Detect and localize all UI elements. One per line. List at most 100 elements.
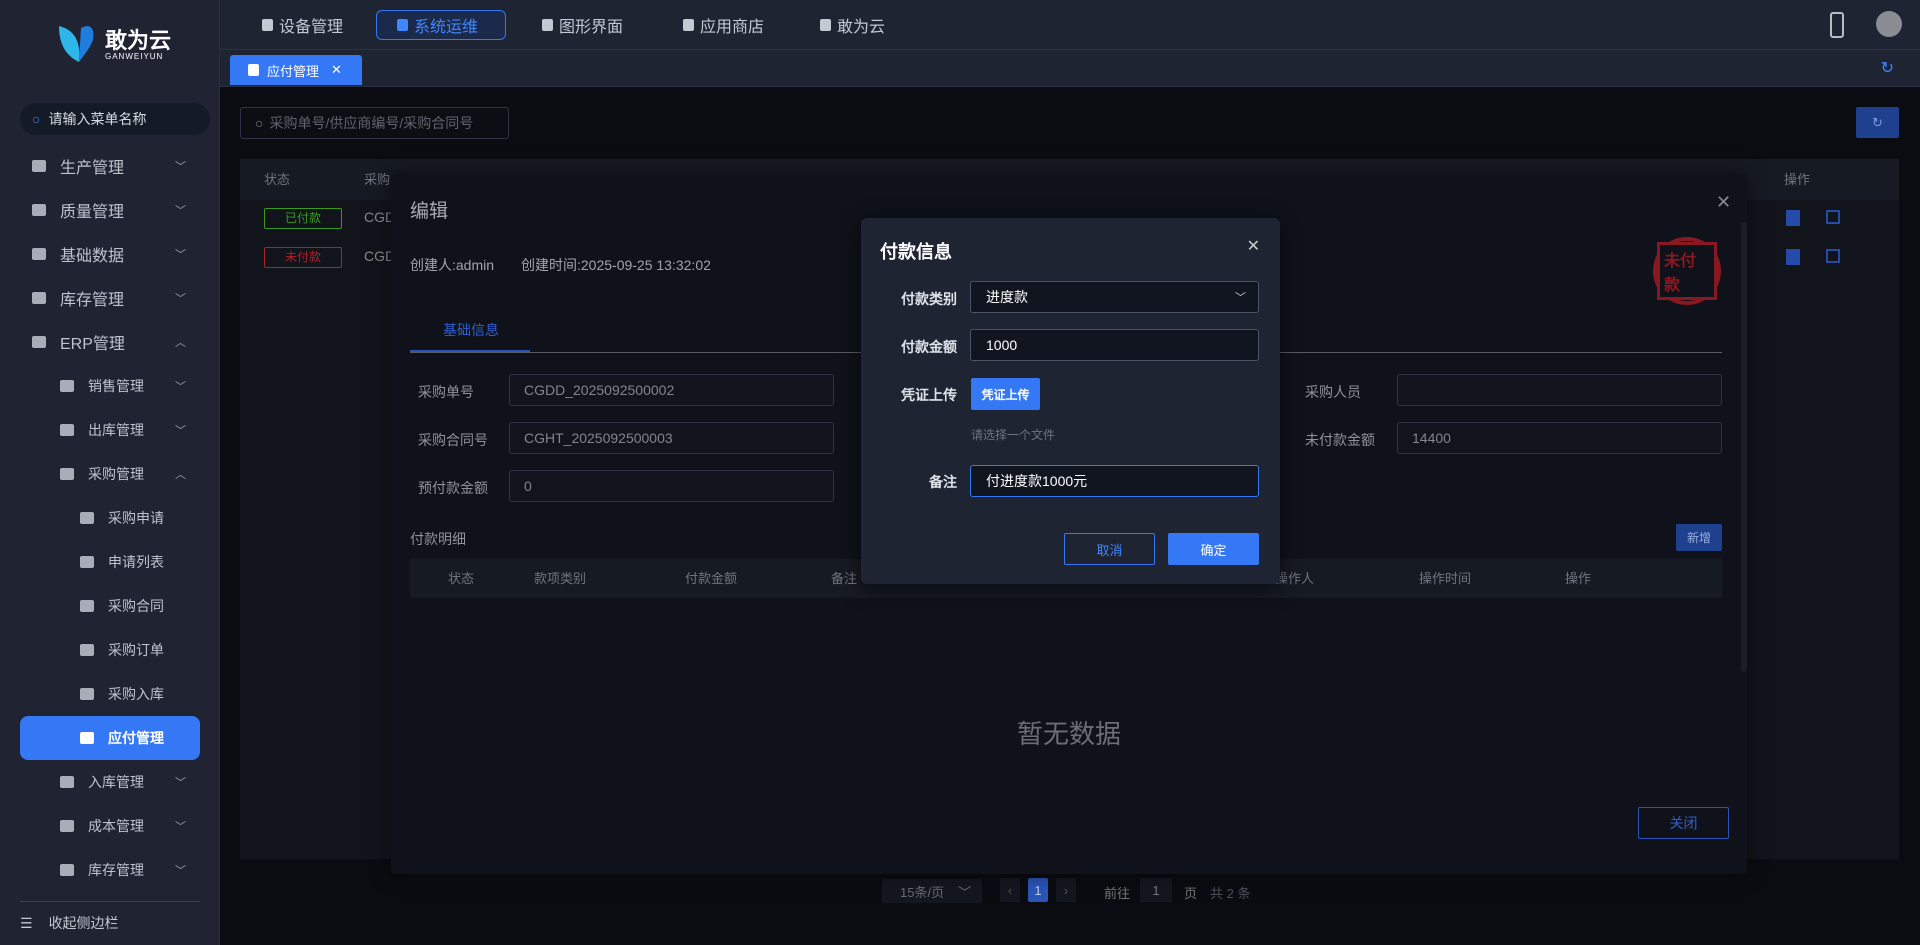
menu-icon (60, 380, 74, 392)
note-input[interactable]: 付进度款1000元 (970, 465, 1259, 497)
sidebar-item-15[interactable]: 成本管理 ﹀ (20, 804, 200, 848)
butterfly-icon (820, 19, 831, 31)
empty-text: 暂无数据 (1017, 719, 1122, 749)
tab-bar: 应付管理 ✕ ↻ (220, 50, 1920, 87)
menu-search-input[interactable]: ○ 请输入菜单名称 (20, 103, 210, 135)
search-icon: ○ (255, 115, 264, 131)
collapse-sidebar-button[interactable]: ☰ 收起侧边栏 (20, 913, 119, 933)
search-icon: ○ (32, 111, 41, 127)
page-1[interactable]: 1 (1028, 878, 1048, 902)
refresh-icon[interactable]: ↻ (1881, 58, 1894, 78)
menu-icon (60, 468, 74, 480)
chevron-icon: ﹀ (175, 821, 186, 833)
sidebar-item-5[interactable]: 销售管理 ﹀ (20, 364, 200, 408)
sidebar-item-16[interactable]: 库存管理 ﹀ (20, 848, 200, 892)
nav-ops[interactable]: 系统运维 (376, 10, 506, 40)
sidebar-item-10[interactable]: 采购合同 (20, 584, 200, 628)
confirm-button[interactable]: 确定 (1168, 533, 1259, 565)
monitor-icon (542, 19, 553, 31)
upload-button[interactable]: 凭证上传 (971, 378, 1040, 410)
menu-icon (60, 864, 74, 876)
nav-ganweiyun[interactable]: 敢为云 (800, 10, 905, 40)
unpaid-field[interactable]: 14400 (1397, 422, 1722, 454)
unpaid-stamp: 未付款 (1653, 237, 1721, 305)
sidebar-item-6[interactable]: 出库管理 ﹀ (20, 408, 200, 452)
chevron-icon: ﹀ (175, 381, 186, 393)
cancel-button[interactable]: 取消 (1064, 533, 1155, 565)
sidebar-item-4[interactable]: ERP管理 ︿ (20, 320, 200, 364)
tab-payable[interactable]: 应付管理 ✕ (230, 55, 362, 85)
chevron-down-icon: ﹀ (1235, 292, 1246, 304)
chevron-icon: ﹀ (175, 865, 186, 877)
dialog-title: 编辑 (410, 201, 449, 222)
menu-icon (80, 732, 94, 744)
page-size-select[interactable]: 15条/页 ﹀ (882, 879, 982, 903)
close-button[interactable]: 关闭 (1638, 807, 1729, 839)
view-icon[interactable] (1786, 249, 1800, 265)
purchaser-field[interactable] (1397, 374, 1722, 406)
menu-icon (32, 204, 46, 216)
close-icon[interactable]: ✕ (1716, 192, 1731, 213)
menu-icon (60, 776, 74, 788)
scrollbar[interactable] (1741, 222, 1747, 672)
sidebar-item-1[interactable]: 质量管理 ﹀ (20, 188, 200, 232)
tab-basic-info[interactable]: 基础信息 (443, 320, 499, 340)
contract-no-field[interactable]: CGHT_2025092500003 (509, 422, 834, 454)
menu-icon (32, 248, 46, 260)
chevron-icon: ﹀ (175, 293, 186, 305)
avatar[interactable] (1876, 11, 1902, 37)
edit-icon[interactable] (1826, 210, 1840, 224)
sidebar-item-7[interactable]: 采购管理 ︿ (20, 452, 200, 496)
prepay-field[interactable]: 0 (509, 470, 834, 502)
payment-amount-input[interactable]: 1000 (970, 329, 1259, 361)
sidebar-item-11[interactable]: 采购订单 (20, 628, 200, 672)
sidebar-item-2[interactable]: 基础数据 ﹀ (20, 232, 200, 276)
menu-icon (80, 512, 94, 524)
edit-icon[interactable] (1826, 249, 1840, 263)
nav-store[interactable]: 应用商店 (663, 10, 784, 40)
close-icon[interactable]: ✕ (1247, 236, 1260, 256)
chevron-icon: ︿ (175, 469, 186, 481)
sidebar-item-14[interactable]: 入库管理 ﹀ (20, 760, 200, 804)
menu-icon (60, 820, 74, 832)
nav-device[interactable]: 设备管理 (242, 10, 363, 40)
goto-page-input[interactable]: 1 (1140, 878, 1172, 902)
wrench-icon (397, 19, 408, 31)
purchase-no-field[interactable]: CGDD_2025092500002 (509, 374, 834, 406)
store-icon (683, 19, 694, 31)
device-icon (262, 19, 273, 31)
status-badge: 已付款 (264, 208, 342, 229)
menu-icon (32, 336, 46, 348)
sidebar-item-3[interactable]: 库存管理 ﹀ (20, 276, 200, 320)
menu-icon (32, 160, 46, 172)
next-page-button[interactable]: › (1056, 878, 1076, 902)
add-button[interactable]: 新增 (1676, 524, 1722, 551)
sidebar-item-12[interactable]: 采购入库 (20, 672, 200, 716)
sidebar-item-8[interactable]: 采购申请 (20, 496, 200, 540)
nav-graphics[interactable]: 图形界面 (522, 10, 643, 40)
payment-type-select[interactable]: 进度款 ﹀ (970, 281, 1259, 313)
payment-dialog: 付款信息 ✕ 付款类别 进度款 ﹀ 付款金额 1000 凭证上传 凭证上传 请选择… (861, 218, 1280, 584)
menu-icon (32, 292, 46, 304)
search-input[interactable]: ○ 采购单号/供应商编号/采购合同号 (240, 107, 509, 139)
sidebar-item-0[interactable]: 生产管理 ﹀ (20, 144, 200, 188)
view-icon[interactable] (1786, 210, 1800, 226)
prev-page-button[interactable]: ‹ (1000, 878, 1020, 902)
menu-icon (80, 688, 94, 700)
chevron-icon: ﹀ (175, 249, 186, 261)
chevron-down-icon: ﹀ (958, 884, 972, 900)
collapse-icon: ☰ (20, 914, 33, 931)
top-nav: 设备管理 系统运维 图形界面 应用商店 敢为云 (220, 0, 1920, 50)
chevron-icon: ﹀ (175, 205, 186, 217)
chevron-icon: ﹀ (175, 161, 186, 173)
close-icon[interactable]: ✕ (331, 62, 342, 78)
bag-icon (248, 64, 259, 76)
status-badge: 未付款 (264, 247, 342, 268)
mobile-icon[interactable] (1830, 12, 1844, 38)
sidebar-item-13[interactable]: 应付管理 (20, 716, 200, 760)
refresh-button[interactable]: ↻ (1856, 107, 1899, 138)
butterfly-logo-icon (59, 26, 94, 62)
sidebar-item-9[interactable]: 申请列表 (20, 540, 200, 584)
chevron-icon: ﹀ (175, 777, 186, 789)
menu-icon (80, 556, 94, 568)
